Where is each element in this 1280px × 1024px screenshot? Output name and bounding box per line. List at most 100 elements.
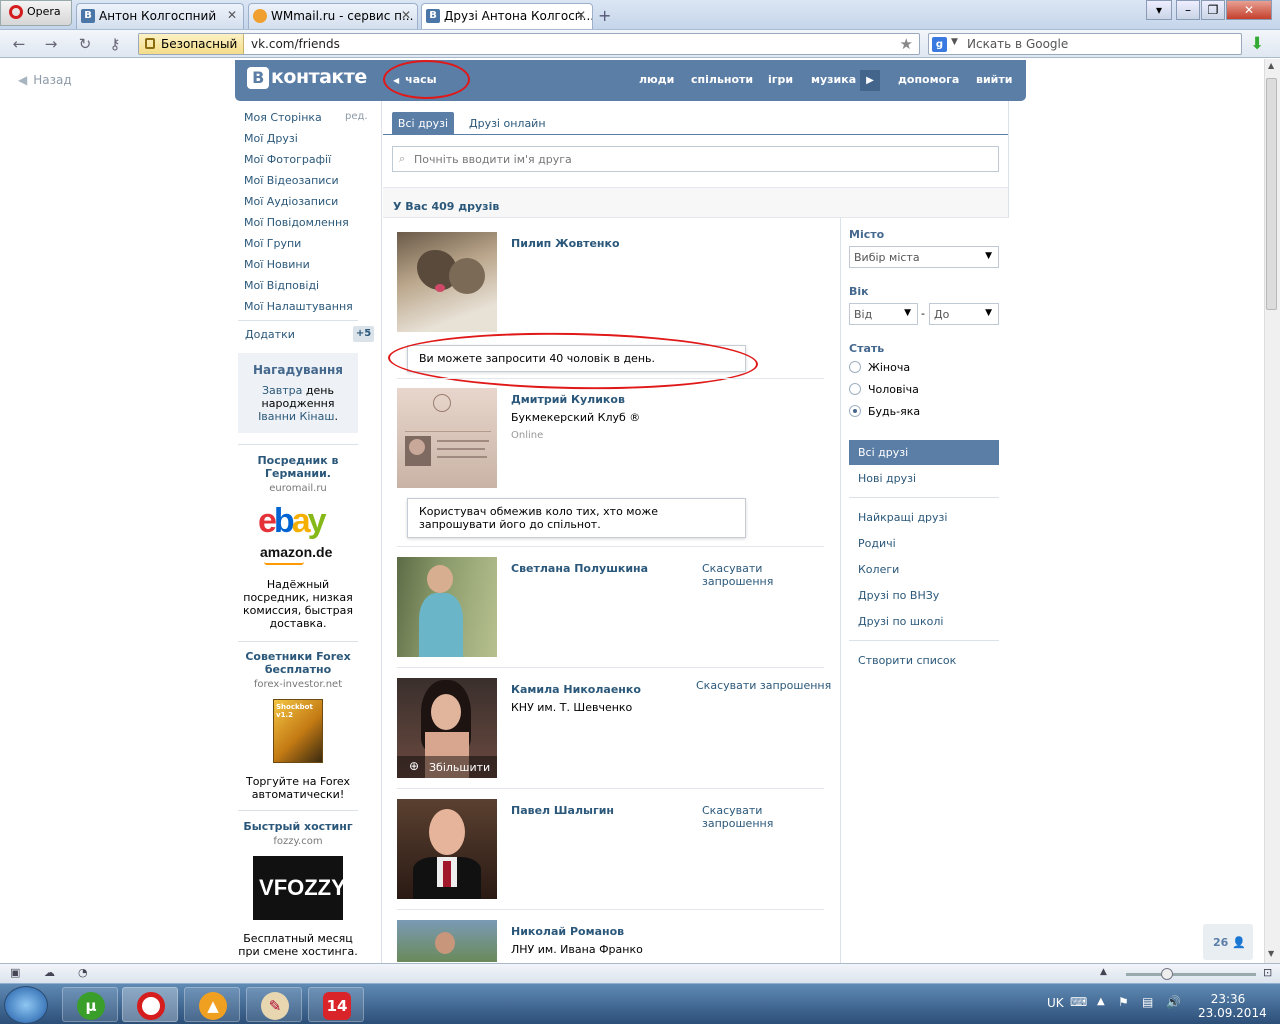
- nav-people[interactable]: люди: [639, 73, 674, 86]
- reminder-date-link[interactable]: Завтра: [262, 384, 302, 397]
- nav-logout[interactable]: вийти: [976, 73, 1012, 86]
- list-best-friends[interactable]: Найкращі друзі: [858, 511, 947, 524]
- sidebar-answers[interactable]: Мої Відповіді: [244, 279, 319, 292]
- ad-2-image[interactable]: Shockbot v1.2: [273, 699, 323, 763]
- tray-clock[interactable]: 23:36 23.09.2014: [1198, 992, 1267, 1020]
- search-engine-dropdown-icon[interactable]: ▼: [951, 37, 958, 47]
- vk-logo[interactable]: Bконтакте: [247, 66, 367, 89]
- online-friends-counter[interactable]: 26 👤: [1203, 924, 1253, 960]
- city-select[interactable]: Вибір міста ▼: [849, 246, 999, 268]
- nav-communities[interactable]: спільноти: [691, 73, 753, 86]
- scrollbar-thumb[interactable]: [1266, 78, 1277, 310]
- reload-icon[interactable]: ↻: [74, 34, 96, 54]
- list-colleagues[interactable]: Колеги: [858, 563, 899, 576]
- tray-expand-icon[interactable]: ▲: [1097, 996, 1105, 1007]
- utorrent-icon[interactable]: µ: [62, 987, 118, 1022]
- sidebar-groups[interactable]: Мої Групи: [244, 237, 301, 250]
- back-link[interactable]: ◀ Назад: [18, 73, 72, 87]
- tab-online-friends[interactable]: Друзі онлайн: [469, 117, 546, 130]
- list-university-friends[interactable]: Друзі по ВНЗу: [858, 589, 939, 602]
- start-button[interactable]: [4, 986, 48, 1024]
- panel-toggle-icon[interactable]: ▣: [10, 966, 20, 979]
- friend-name[interactable]: Николай Романов: [511, 925, 624, 938]
- friend-search-input[interactable]: ⌕ Почніть вводити ім'я друга: [392, 146, 999, 172]
- close-tab-icon[interactable]: ✕: [401, 8, 411, 22]
- zoom-overlay[interactable]: ⊕ Збільшити: [397, 756, 497, 778]
- sex-radio-male[interactable]: [849, 383, 861, 395]
- browser-tab-3-active[interactable]: B Друзі Антона Колгосп... ✕: [421, 3, 593, 29]
- sidebar-photos[interactable]: Мої Фотографії: [244, 153, 331, 166]
- friend-name[interactable]: Пилип Жовтенко: [511, 237, 620, 250]
- ad-2-title[interactable]: Советники Forex бесплатно: [238, 650, 358, 676]
- close-window-icon[interactable]: ✕: [1226, 0, 1272, 20]
- keyboard-icon[interactable]: ⌨: [1070, 995, 1087, 1009]
- sidebar-settings[interactable]: Мої Налаштування: [244, 300, 353, 313]
- sidebar-messages[interactable]: Мої Повідомлення: [244, 216, 349, 229]
- language-indicator[interactable]: UK: [1047, 996, 1064, 1010]
- sex-radio-any[interactable]: [849, 405, 861, 417]
- speed-dial-icon[interactable]: ◔: [78, 966, 88, 979]
- scroll-down-icon[interactable]: ▼: [1268, 949, 1274, 958]
- zoom-slider-track[interactable]: [1126, 973, 1256, 976]
- list-all-friends-active[interactable]: Всі друзі: [849, 440, 999, 465]
- reminder-person-link[interactable]: Іванни Кінаш: [258, 410, 334, 423]
- cloud-icon[interactable]: ☁: [44, 966, 55, 979]
- forward-arrow-icon[interactable]: →: [40, 34, 62, 54]
- sidebar-friends[interactable]: Мої Друзі: [244, 132, 298, 145]
- fit-page-icon[interactable]: ⊡: [1263, 966, 1272, 979]
- url-text[interactable]: vk.com/friends: [251, 37, 340, 51]
- friend-photo[interactable]: [397, 388, 497, 488]
- paint-icon[interactable]: ✎: [246, 987, 302, 1022]
- nav-music[interactable]: музика: [811, 73, 856, 86]
- address-bar[interactable]: Безопасный vk.com/friends ★: [138, 33, 920, 55]
- security-badge[interactable]: Безопасный: [139, 34, 245, 54]
- list-relatives[interactable]: Родичі: [858, 537, 896, 550]
- apps-count-badge[interactable]: +5: [353, 326, 374, 342]
- download-icon[interactable]: ⬇: [1250, 34, 1264, 54]
- list-school-friends[interactable]: Друзі по школі: [858, 615, 943, 628]
- sidebar-news[interactable]: Мої Новини: [244, 258, 310, 271]
- opera-icon[interactable]: [122, 987, 178, 1022]
- key-icon[interactable]: ⚷: [104, 34, 126, 54]
- ad-3-title[interactable]: Быстрый хостинг: [238, 820, 358, 833]
- sidebar-apps[interactable]: Додатки: [245, 328, 295, 341]
- back-arrow-icon[interactable]: ←: [8, 34, 30, 54]
- sex-radio-female[interactable]: [849, 361, 861, 373]
- aimp-icon[interactable]: ▲: [184, 987, 240, 1022]
- nav-help[interactable]: допомога: [898, 73, 959, 86]
- browser-tab-1[interactable]: B Антон Колгоспний ✕: [76, 3, 244, 29]
- age-from-select[interactable]: Від ▼: [849, 303, 918, 325]
- friend-name[interactable]: Камила Николаенко: [511, 683, 641, 696]
- friend-photo[interactable]: [397, 799, 497, 899]
- ad-3-image[interactable]: VFOZZY: [253, 856, 346, 920]
- new-tab-icon[interactable]: +: [598, 6, 611, 25]
- zoom-slider-knob[interactable]: [1161, 968, 1173, 980]
- friend-photo[interactable]: [397, 557, 497, 657]
- edit-link[interactable]: ред.: [345, 111, 368, 122]
- cancel-invite-link[interactable]: Скасувати запрошення: [702, 804, 782, 830]
- nav-games[interactable]: ігри: [768, 73, 793, 86]
- sidebar-videos[interactable]: Мої Відеозаписи: [244, 174, 339, 187]
- zoom-menu-icon[interactable]: ▲: [1100, 967, 1107, 977]
- age-to-select[interactable]: До ▼: [929, 303, 999, 325]
- minimize-icon[interactable]: –: [1176, 0, 1200, 20]
- network-icon[interactable]: ▤: [1142, 995, 1153, 1009]
- opera-menu-button[interactable]: Opera: [0, 0, 72, 26]
- scroll-up-icon[interactable]: ▲: [1268, 61, 1274, 70]
- cancel-invite-link[interactable]: Скасувати запрошення: [702, 562, 782, 588]
- tab-list-icon[interactable]: ▾: [1146, 0, 1172, 20]
- list-new-friends[interactable]: Нові друзі: [858, 472, 916, 485]
- search-field[interactable]: g ▼ Искать в Google: [928, 33, 1242, 55]
- friend-name[interactable]: Павел Шалыгин: [511, 804, 614, 817]
- tab-all-friends[interactable]: Всі друзі: [392, 112, 454, 135]
- ad-1-image[interactable]: ebay amazon.de: [256, 502, 346, 566]
- sidebar-audio[interactable]: Мої Аудіозаписи: [244, 195, 338, 208]
- cancel-invite-link[interactable]: Скасувати запрошення: [696, 679, 831, 692]
- friend-name[interactable]: Дмитрий Куликов: [511, 393, 625, 406]
- sidebar-my-page[interactable]: Моя Сторінка: [244, 111, 322, 124]
- close-tab-icon[interactable]: ✕: [227, 8, 237, 22]
- friend-photo[interactable]: [397, 232, 497, 332]
- volume-icon[interactable]: 🔊: [1166, 995, 1181, 1009]
- bookmark-star-icon[interactable]: ★: [900, 35, 913, 53]
- restore-icon[interactable]: ❐: [1201, 0, 1225, 20]
